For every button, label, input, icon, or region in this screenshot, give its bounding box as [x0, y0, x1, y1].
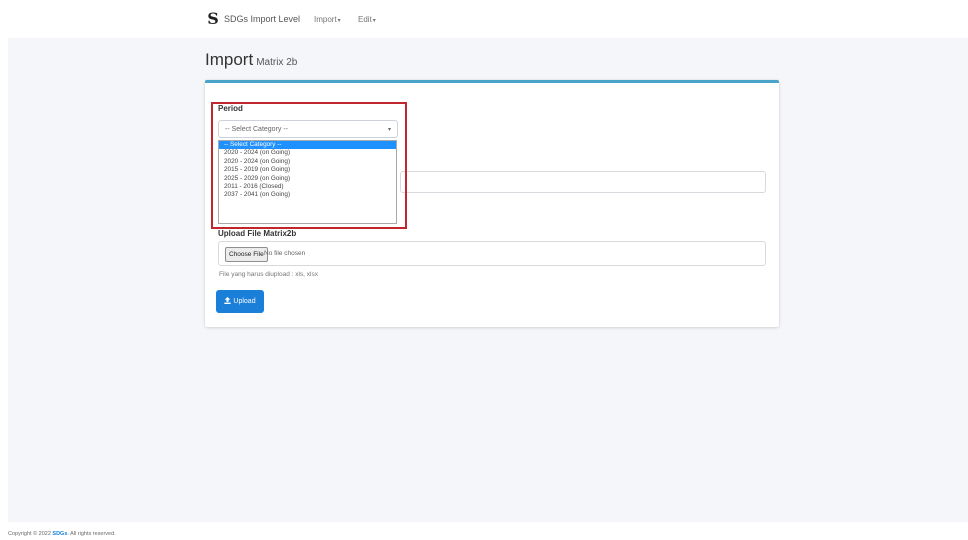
footer-copyright: Copyright © 2022 [8, 531, 51, 537]
nav-edit-label: Edit [358, 15, 372, 24]
upload-file-label: Upload File Matrix2b [218, 229, 297, 238]
footer-brand-link[interactable]: SDGs [52, 531, 67, 537]
file-upload-input[interactable]: Choose File No file chosen [218, 241, 766, 266]
footer-rights: . All rights reserved. [67, 531, 116, 537]
nav-import-menu[interactable]: Import▾ [314, 15, 341, 24]
upload-button[interactable]: Upload [216, 290, 264, 313]
choose-file-button[interactable]: Choose File [225, 247, 268, 262]
nav-import-label: Import [314, 15, 337, 24]
page-subtitle: Matrix 2b [256, 57, 298, 68]
page-title-text: Import [205, 50, 254, 69]
file-type-hint: File yang harus diupload : xls, xlsx [219, 271, 318, 278]
caret-down-icon: ▾ [372, 18, 376, 24]
top-navbar: S SDGs Import Level Import▾ Edit▾ [0, 0, 968, 38]
no-file-text: No file chosen [264, 250, 306, 257]
red-highlight-annotation [211, 102, 407, 229]
nav-edit-menu[interactable]: Edit▾ [358, 15, 376, 24]
upload-button-label: Upload [233, 298, 256, 305]
upload-icon [224, 297, 232, 304]
footer: Copyright © 2022 SDGs. All rights reserv… [8, 531, 116, 537]
caret-down-icon: ▾ [337, 18, 341, 24]
text-input-field[interactable] [400, 171, 766, 193]
brand-name[interactable]: SDGs Import Level [224, 14, 300, 24]
brand-logo[interactable]: S [205, 10, 221, 28]
page-title: Import Matrix 2b [205, 50, 297, 70]
